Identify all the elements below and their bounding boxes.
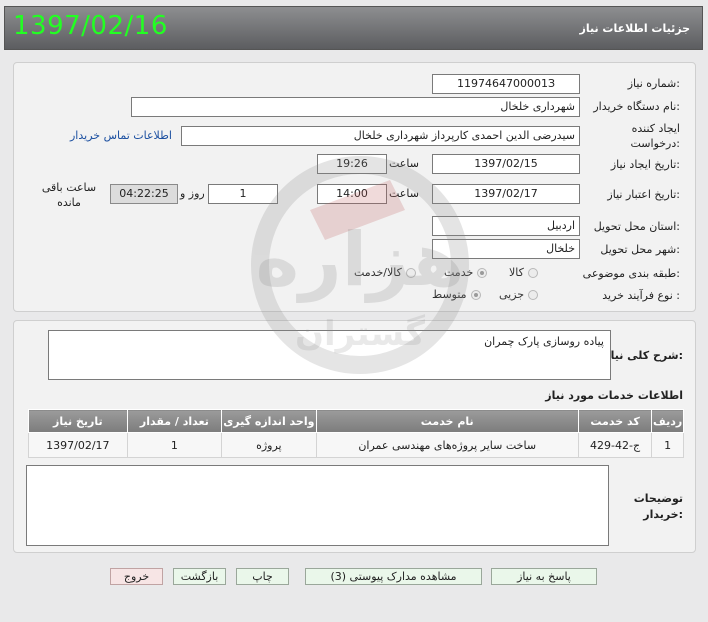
table-row: 1 ج-42-429 ساخت سایر پروژه‌های مهندسی عم… (28, 432, 684, 458)
need-details-panel: شرح کلی نیاز: پیاده روسازی پارک چمران اط… (13, 320, 696, 553)
table-header-row: ردیف کد خدمت نام خدمت واحد اندازه گیری ت… (28, 409, 684, 433)
process-medium-label: متوسط (432, 288, 467, 301)
radio-selected-icon (477, 267, 488, 278)
col-unit: واحد اندازه گیری (221, 409, 317, 433)
col-service-name: نام خدمت (315, 409, 579, 433)
cell-unit: پروژه (221, 432, 317, 458)
view-attachments-button[interactable]: مشاهده مدارک پیوستی (3) (305, 568, 482, 585)
need-info-panel: شماره نیاز: 1197464700001З نام دستگاه خر… (13, 62, 696, 312)
services-title: اطلاعات خدمات مورد نیاز (545, 389, 683, 402)
days-label: روز و (180, 187, 205, 200)
cell-need-date: 1397/02/17 (28, 432, 128, 458)
city-label: شهر محل تحویل: (600, 243, 680, 256)
validity-date-field[interactable]: 1397/02/17 (432, 184, 580, 204)
exit-button[interactable]: خروج (110, 568, 163, 585)
city-field[interactable]: خلخال (432, 239, 580, 259)
category-label: طبقه بندی موضوعی: (582, 267, 680, 280)
buyer-org-label: نام دستگاه خریدار: (593, 100, 680, 113)
page-title: جزئیات اطلاعات نیاز (579, 22, 691, 35)
radio-circle-icon (528, 289, 539, 300)
buyer-notes-label: توضیحات خریدار: (633, 492, 683, 521)
province-label: استان محل تحویل: (593, 220, 680, 233)
process-minor-label: جزیی (499, 288, 525, 301)
validity-date-label: تاریخ اعتبار نیاز: (607, 188, 680, 201)
page-header: 1397/02/16 جزئیات اطلاعات نیاز (4, 6, 703, 50)
buyer-notes-field[interactable] (26, 465, 609, 546)
buyer-contact-link[interactable]: اطلاعات تماس خریدار (70, 129, 172, 142)
need-number-field[interactable]: 1197464700001З (432, 74, 580, 94)
validity-time-field[interactable]: 14:00 (317, 184, 387, 204)
col-service-code: کد خدمت (577, 409, 653, 433)
creator-label: ایجاد کننده درخواست: (630, 122, 681, 150)
category-goods-service-radio[interactable]: کالا/خدمت (354, 266, 416, 279)
created-date-label: تاریخ ایجاد نیاز: (610, 158, 680, 171)
created-time-field[interactable]: 19:26 (317, 154, 387, 174)
header-date: 1397/02/16 (13, 11, 168, 41)
category-goods-radio[interactable]: کالا (509, 266, 538, 279)
col-need-date: تاریخ نیاز (28, 409, 128, 433)
process-label: نوع فرآیند خرید : (602, 289, 680, 302)
creator-field[interactable]: سیدرضی الدین احمدی کارپرداز شهرداری خلخا… (181, 126, 580, 146)
cell-quantity: 1 (126, 432, 223, 458)
created-time-label: ساعت (389, 157, 419, 170)
buyer-org-field[interactable]: شهرداری خلخال (131, 97, 580, 117)
radio-circle-icon (527, 267, 538, 278)
print-button[interactable]: چاپ (236, 568, 289, 585)
summary-field[interactable]: پیاده روسازی پارک چمران (48, 330, 611, 380)
cell-row-number: 1 (651, 432, 684, 458)
summary-label: شرح کلی نیاز: (604, 349, 683, 362)
back-button[interactable]: بازگشت (173, 568, 226, 585)
countdown-timer: 04:22:25 (110, 184, 178, 204)
validity-time-label: ساعت (389, 187, 419, 200)
services-table: ردیف کد خدمت نام خدمت واحد اندازه گیری ت… (28, 409, 684, 458)
category-service-label: خدمت (444, 266, 474, 279)
category-service-radio[interactable]: خدمت (444, 266, 488, 279)
province-field[interactable]: اردبیل (432, 216, 580, 236)
cell-service-code: ج-42-429 (577, 432, 653, 458)
category-goods-label: کالا (509, 266, 524, 279)
created-date-field[interactable]: 1397/02/15 (432, 154, 580, 174)
category-goods-service-label: کالا/خدمت (354, 266, 402, 279)
radio-selected-icon (470, 289, 481, 300)
process-medium-radio[interactable]: متوسط (432, 288, 481, 301)
cell-service-name: ساخت سایر پروژه‌های مهندسی عمران (315, 432, 579, 458)
radio-circle-icon (405, 267, 416, 278)
need-number-label: شماره نیاز: (627, 77, 680, 90)
remaining-hours-label: ساعت باقی مانده (41, 181, 97, 209)
remaining-days-field[interactable]: 1 (208, 184, 278, 204)
col-quantity: تعداد / مقدار (126, 409, 223, 433)
process-minor-radio[interactable]: جزیی (499, 288, 539, 301)
col-row-number: ردیف (651, 409, 684, 433)
reply-button[interactable]: پاسخ به نیاز (491, 568, 597, 585)
